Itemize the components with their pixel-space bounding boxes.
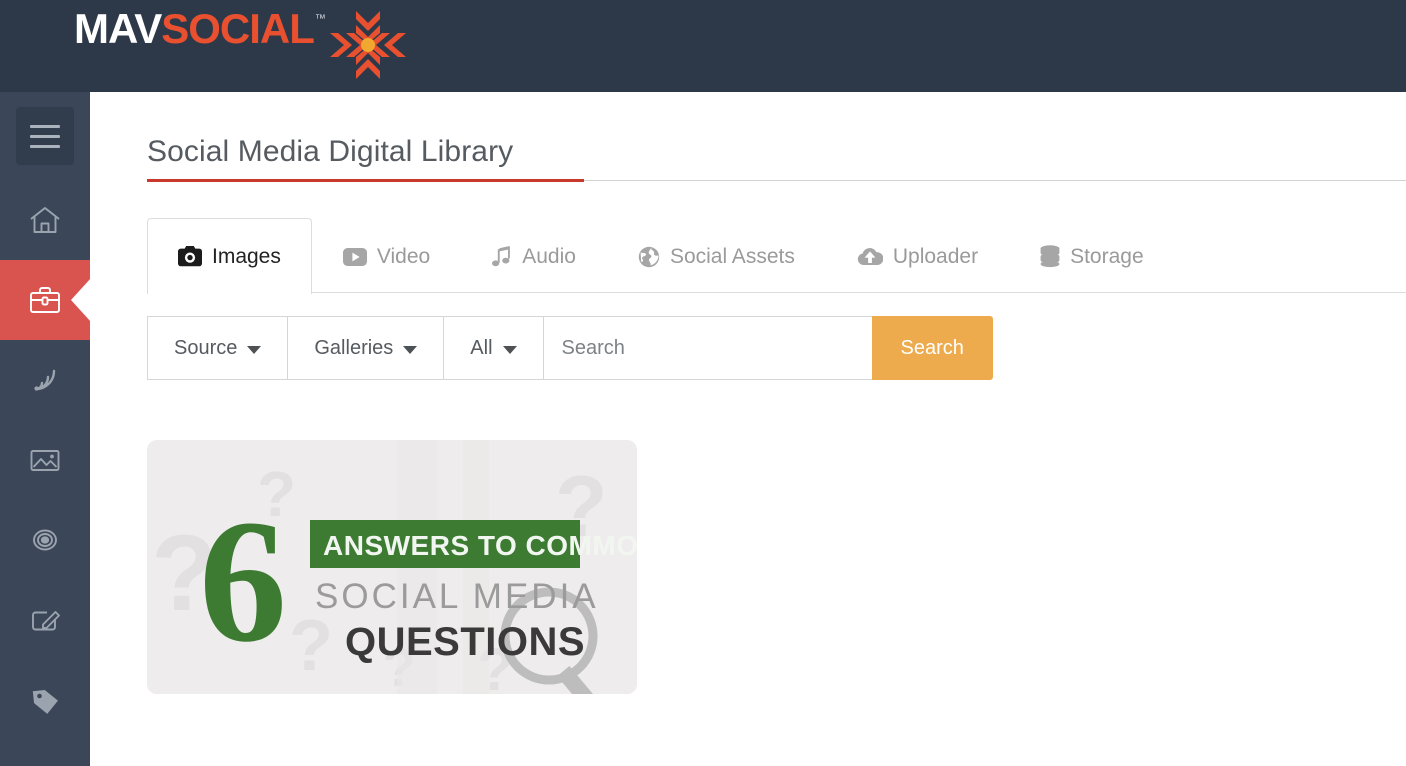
- source-dropdown-label: Source: [174, 336, 238, 359]
- music-note-icon: [492, 245, 512, 268]
- source-dropdown[interactable]: Source: [147, 316, 289, 380]
- video-play-icon: [342, 247, 367, 266]
- compose-icon: [25, 600, 65, 640]
- search-input[interactable]: [542, 316, 873, 380]
- tab-uploader[interactable]: Uploader: [826, 218, 1009, 294]
- mavsocial-star-logo-icon: [328, 9, 408, 86]
- tab-label: Video: [376, 244, 431, 268]
- main-sidebar: [0, 92, 90, 766]
- main-content: Social Media Digital Library Images Vide…: [90, 92, 1406, 766]
- svg-text:ANSWERS TO COMMON: ANSWERS TO COMMON: [323, 530, 637, 561]
- tag-icon: [25, 680, 65, 720]
- title-divider-accent: [147, 179, 584, 182]
- page-title-section: Social Media Digital Library: [147, 133, 1406, 183]
- tab-storage[interactable]: Storage: [1009, 218, 1175, 294]
- tab-social-assets[interactable]: Social Assets: [607, 218, 826, 294]
- chevron-down-icon: [502, 345, 517, 354]
- svg-text:SOCIAL MEDIA: SOCIAL MEDIA: [315, 577, 599, 616]
- sidebar-item-media[interactable]: [0, 420, 90, 500]
- sidebar-item-tags[interactable]: [0, 660, 90, 740]
- app-header: MAVSOCIAL ™: [0, 0, 1406, 92]
- galleries-dropdown-label: Galleries: [314, 336, 394, 359]
- asset-thumbnail: ? ? ? ? ? ?: [147, 440, 637, 694]
- logo-text-social: SOCIAL: [161, 4, 315, 52]
- page-title: Social Media Digital Library: [147, 135, 514, 168]
- app-root: MAVSOCIAL ™ Social Media Digital Library…: [0, 0, 1406, 766]
- sidebar-item-library[interactable]: [0, 260, 90, 340]
- tab-images[interactable]: Images: [147, 218, 312, 294]
- type-dropdown-label: All: [470, 336, 493, 359]
- tab-video[interactable]: Video: [312, 218, 461, 294]
- camera-icon: [178, 246, 202, 267]
- tab-label: Social Assets: [669, 244, 795, 268]
- svg-text:?: ?: [289, 606, 333, 686]
- tab-label: Uploader: [892, 244, 979, 268]
- library-filter-bar: Source Galleries All Search: [147, 316, 993, 380]
- sidebar-item-menu-toggle[interactable]: [0, 92, 90, 180]
- title-divider: [147, 179, 1406, 183]
- home-icon: [25, 200, 65, 240]
- database-icon: [1040, 245, 1060, 268]
- svg-text:6: 6: [199, 484, 287, 679]
- galleries-dropdown[interactable]: Galleries: [287, 316, 445, 380]
- cloud-upload-icon: [857, 247, 883, 266]
- media-type-tabs: Images Video Audio Social Assets Uploade…: [147, 218, 1406, 294]
- rss-icon: [25, 360, 65, 400]
- target-icon: [25, 520, 65, 560]
- chevron-down-icon: [247, 345, 262, 354]
- sidebar-item-listening[interactable]: [0, 500, 90, 580]
- hamburger-icon: [16, 107, 74, 165]
- svg-text:QUESTIONS: QUESTIONS: [345, 620, 585, 664]
- logo-text-mav: MAV: [74, 4, 162, 52]
- sidebar-item-streams[interactable]: [0, 340, 90, 420]
- tab-audio[interactable]: Audio: [461, 218, 607, 294]
- tab-label: Audio: [522, 244, 576, 268]
- brand-logo[interactable]: MAVSOCIAL ™: [74, 4, 408, 86]
- search-button[interactable]: Search: [871, 316, 993, 380]
- type-dropdown[interactable]: All: [443, 316, 544, 380]
- image-asset-card[interactable]: ? ? ? ? ? ?: [147, 440, 637, 694]
- briefcase-icon: [25, 280, 65, 320]
- trademark-symbol: ™: [314, 12, 326, 25]
- sidebar-item-compose[interactable]: [0, 580, 90, 660]
- image-icon: [25, 440, 65, 480]
- tab-label: Images: [212, 244, 281, 268]
- sidebar-item-home[interactable]: [0, 180, 90, 260]
- tab-label: Storage: [1070, 244, 1144, 268]
- asset-grid: ? ? ? ? ? ?: [147, 440, 637, 694]
- chevron-down-icon: [403, 345, 418, 354]
- globe-icon: [638, 246, 660, 268]
